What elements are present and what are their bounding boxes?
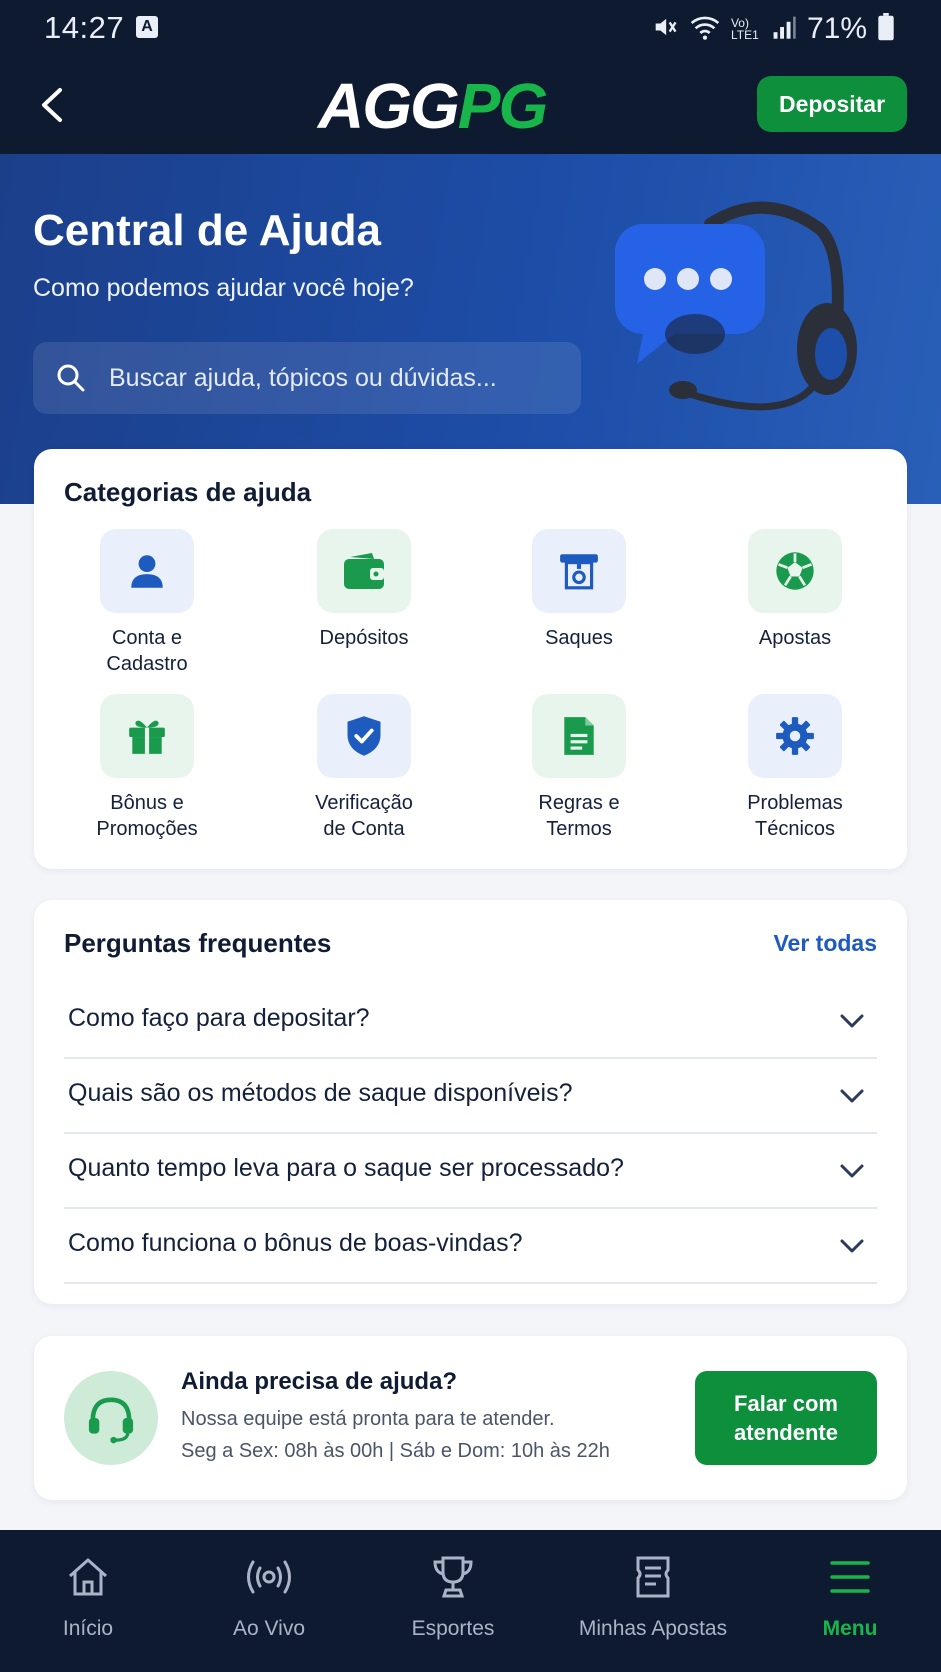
live-icon <box>247 1560 291 1594</box>
search-input[interactable]: Buscar ajuda, tópicos ou dúvidas... <box>33 342 581 414</box>
chevron-down-icon <box>840 1089 864 1103</box>
gift-icon <box>100 694 194 778</box>
category-bets[interactable]: Apostas <box>695 529 895 651</box>
talk-to-agent-button[interactable]: Falar com atendente <box>695 1371 877 1465</box>
app-header: AGGPG Depositar <box>0 58 941 154</box>
status-bar: 14:27 A Vo) LTE1 71% <box>0 0 941 58</box>
see-all-link[interactable]: Ver todas <box>773 930 877 957</box>
category-bonus[interactable]: Bônus e Promoções <box>47 694 247 842</box>
headset-icon <box>64 1371 158 1465</box>
nav-label: Esportes <box>411 1617 495 1640</box>
logo-text-agg: AGG <box>318 70 460 142</box>
categories-card: Categorias de ajuda Conta e Cadastro Dep… <box>34 449 907 869</box>
nav-item-menu[interactable]: Menu <box>800 1552 900 1641</box>
nav-item-live[interactable]: Ao Vivo <box>214 1552 324 1641</box>
search-placeholder: Buscar ajuda, tópicos ou dúvidas... <box>109 364 497 392</box>
page-title: Central de Ajuda <box>33 206 381 255</box>
soccer-ball-icon <box>748 529 842 613</box>
gear-icon <box>748 694 842 778</box>
contact-support-card: Ainda precisa de ajuda? Nossa equipe est… <box>34 1336 907 1500</box>
faq-item[interactable]: Como faço para depositar? <box>64 984 877 1059</box>
status-time: 14:27 <box>44 10 125 45</box>
category-label: Apostas <box>758 627 832 649</box>
category-withdrawals[interactable]: Saques <box>479 529 679 651</box>
brand-logo[interactable]: AGGPG <box>318 70 548 142</box>
faq-question: Quais são os métodos de saque disponívei… <box>68 1079 573 1107</box>
search-icon <box>57 364 85 392</box>
faq-question: Como faço para depositar? <box>68 1004 370 1032</box>
headset-chat-illustration <box>615 201 857 411</box>
category-label: Saques <box>545 627 613 649</box>
trophy-icon <box>433 1556 473 1598</box>
ticket-icon <box>636 1556 670 1598</box>
lte-label: Vo) LTE1 <box>730 16 759 42</box>
category-deposits[interactable]: Depósitos <box>264 529 464 651</box>
faq-question: Como funciona o bônus de boas-vindas? <box>68 1229 523 1257</box>
battery-percent: 71% <box>806 12 867 45</box>
category-rules[interactable]: Regras e Termos <box>479 694 679 842</box>
category-label: Bônus e Promoções <box>96 792 198 840</box>
status-icons: Vo) LTE1 71% <box>651 12 895 46</box>
chevron-down-icon <box>840 1239 864 1253</box>
bottom-nav: Início Ao Vivo Esportes Minhas Apostas M… <box>0 1530 941 1672</box>
category-label: Problemas Técnicos <box>747 792 843 840</box>
withdraw-icon <box>532 529 626 613</box>
nav-item-my-bets[interactable]: Minhas Apostas <box>568 1552 738 1641</box>
notification-badge: A <box>136 16 158 38</box>
menu-icon <box>830 1561 870 1593</box>
faq-question: Quanto tempo leva para o saque ser proce… <box>68 1154 624 1182</box>
faq-item[interactable]: Como funciona o bônus de boas-vindas? <box>64 1209 877 1284</box>
chevron-left-icon <box>42 88 62 122</box>
nav-label: Ao Vivo <box>233 1617 305 1640</box>
document-icon <box>532 694 626 778</box>
help-description: Nossa equipe está pronta para te atender… <box>181 1408 555 1430</box>
deposit-button[interactable]: Depositar <box>757 76 907 132</box>
category-label: Conta e Cadastro <box>106 627 188 675</box>
category-verification[interactable]: Verificação de Conta <box>264 694 464 842</box>
page-subtitle: Como podemos ajudar você hoje? <box>33 274 414 302</box>
home-icon <box>69 1558 107 1596</box>
nav-label: Menu <box>822 1617 878 1640</box>
back-button[interactable] <box>30 80 80 130</box>
chevron-down-icon <box>840 1014 864 1028</box>
categories-title: Categorias de ajuda <box>64 477 312 507</box>
signal-icon <box>771 14 797 45</box>
category-account[interactable]: Conta e Cadastro <box>47 529 247 677</box>
shield-check-icon <box>317 694 411 778</box>
nav-item-sports[interactable]: Esportes <box>398 1552 508 1641</box>
user-icon <box>100 529 194 613</box>
faq-list: Como faço para depositar? Quais são os m… <box>64 984 877 1284</box>
faq-card: Perguntas frequentes Ver todas Como faço… <box>34 900 907 1304</box>
faq-item[interactable]: Quais são os métodos de saque disponívei… <box>64 1059 877 1134</box>
faq-item[interactable]: Quanto tempo leva para o saque ser proce… <box>64 1134 877 1209</box>
help-title: Ainda precisa de ajuda? <box>181 1368 458 1395</box>
category-label: Verificação de Conta <box>315 792 413 840</box>
battery-icon <box>877 12 895 46</box>
nav-label: Minhas Apostas <box>578 1617 728 1640</box>
logo-text-pg: PG <box>457 70 548 142</box>
faq-title: Perguntas frequentes <box>64 928 332 958</box>
nav-item-home[interactable]: Início <box>38 1552 138 1641</box>
category-label: Regras e Termos <box>538 792 620 840</box>
category-technical[interactable]: Problemas Técnicos <box>695 694 895 842</box>
chevron-down-icon <box>840 1164 864 1178</box>
support-hours: Seg a Sex: 08h às 00h | Sáb e Dom: 10h à… <box>181 1440 610 1462</box>
wifi-icon <box>689 13 721 46</box>
wallet-icon <box>317 529 411 613</box>
mute-icon <box>651 13 679 46</box>
category-label: Depósitos <box>319 627 409 649</box>
nav-label: Início <box>62 1617 114 1640</box>
